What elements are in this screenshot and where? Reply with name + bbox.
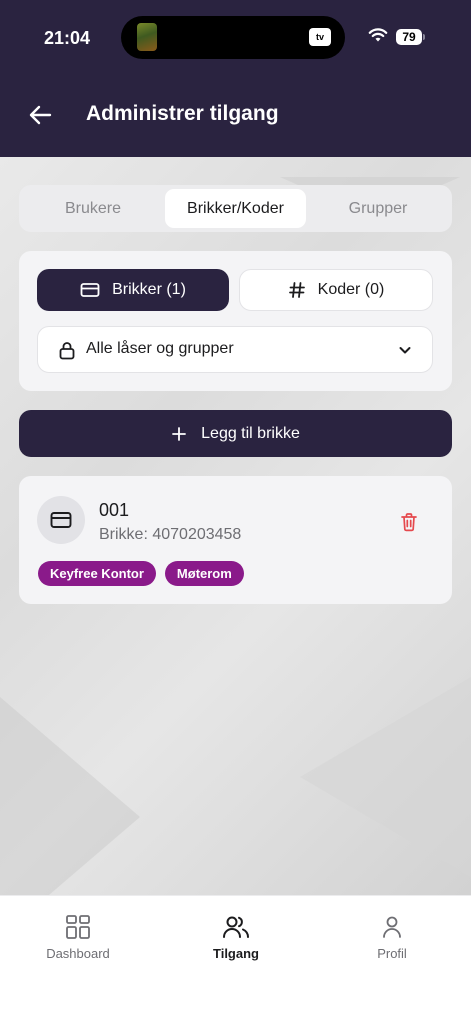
battery-indicator: 79 — [396, 29, 422, 45]
card-icon — [80, 283, 100, 297]
app-header: 21:04 tv 79 Administrer tilgang — [0, 0, 471, 157]
nav-profil[interactable]: Profil — [322, 914, 462, 961]
key-avatar — [37, 496, 85, 544]
codes-filter-label: Koder (0) — [317, 281, 385, 298]
segmented-tabs: Brukere Brikker/Koder Grupper — [19, 185, 452, 232]
user-icon — [383, 916, 401, 938]
plus-icon — [172, 426, 187, 441]
nav-dashboard-label: Dashboard — [46, 946, 110, 961]
lock-icon — [59, 342, 75, 360]
nav-tilgang-label: Tilgang — [213, 946, 259, 961]
bg-facet — [300, 677, 471, 877]
bottom-navigation: Dashboard Tilgang Profil — [0, 895, 471, 1024]
trash-icon[interactable] — [400, 512, 418, 532]
filter-card: Brikker (1) Koder (0) Alle låser og grup… — [19, 251, 452, 391]
hash-icon — [288, 282, 305, 298]
key-tags: Keyfree Kontor Møterom — [38, 561, 244, 586]
tag-badge: Møterom — [164, 561, 244, 586]
codes-filter-button[interactable]: Koder (0) — [239, 269, 433, 311]
key-name: 001 — [99, 500, 130, 520]
add-card-label: Legg til brikke — [201, 424, 300, 442]
nav-profil-label: Profil — [377, 946, 407, 961]
live-activity-app-icon — [137, 23, 157, 51]
status-time: 21:04 — [44, 28, 91, 48]
battery-tip — [423, 34, 425, 40]
add-card-button[interactable]: Legg til brikke — [19, 410, 452, 457]
chevron-down-icon — [399, 347, 411, 354]
grid-icon — [66, 915, 90, 939]
page-title: Administrer tilgang — [86, 102, 279, 125]
tab-brikker-koder[interactable]: Brikker/Koder — [165, 189, 306, 228]
lock-select-value: Alle låser og grupper — [86, 340, 234, 357]
cards-filter-label: Brikker (1) — [112, 281, 186, 298]
card-icon — [50, 512, 72, 528]
key-card-item[interactable]: 001 Brikke: 4070203458 Keyfree Kontor Mø… — [19, 476, 452, 604]
tag-badge: Keyfree Kontor — [38, 561, 156, 586]
nav-tilgang[interactable]: Tilgang — [166, 914, 306, 961]
nav-dashboard[interactable]: Dashboard — [8, 914, 148, 961]
users-icon — [223, 916, 250, 938]
tab-brukere[interactable]: Brukere — [23, 189, 163, 228]
wifi-icon — [368, 28, 388, 42]
back-arrow-icon[interactable] — [26, 100, 56, 130]
bg-facet — [0, 697, 140, 895]
key-number: Brikke: 4070203458 — [99, 526, 242, 543]
tab-grupper[interactable]: Grupper — [308, 189, 448, 228]
apple-tv-icon: tv — [309, 28, 331, 46]
cards-filter-button[interactable]: Brikker (1) — [37, 269, 229, 311]
dynamic-island: tv — [121, 16, 345, 59]
lock-group-select[interactable]: Alle låser og grupper — [37, 326, 433, 373]
